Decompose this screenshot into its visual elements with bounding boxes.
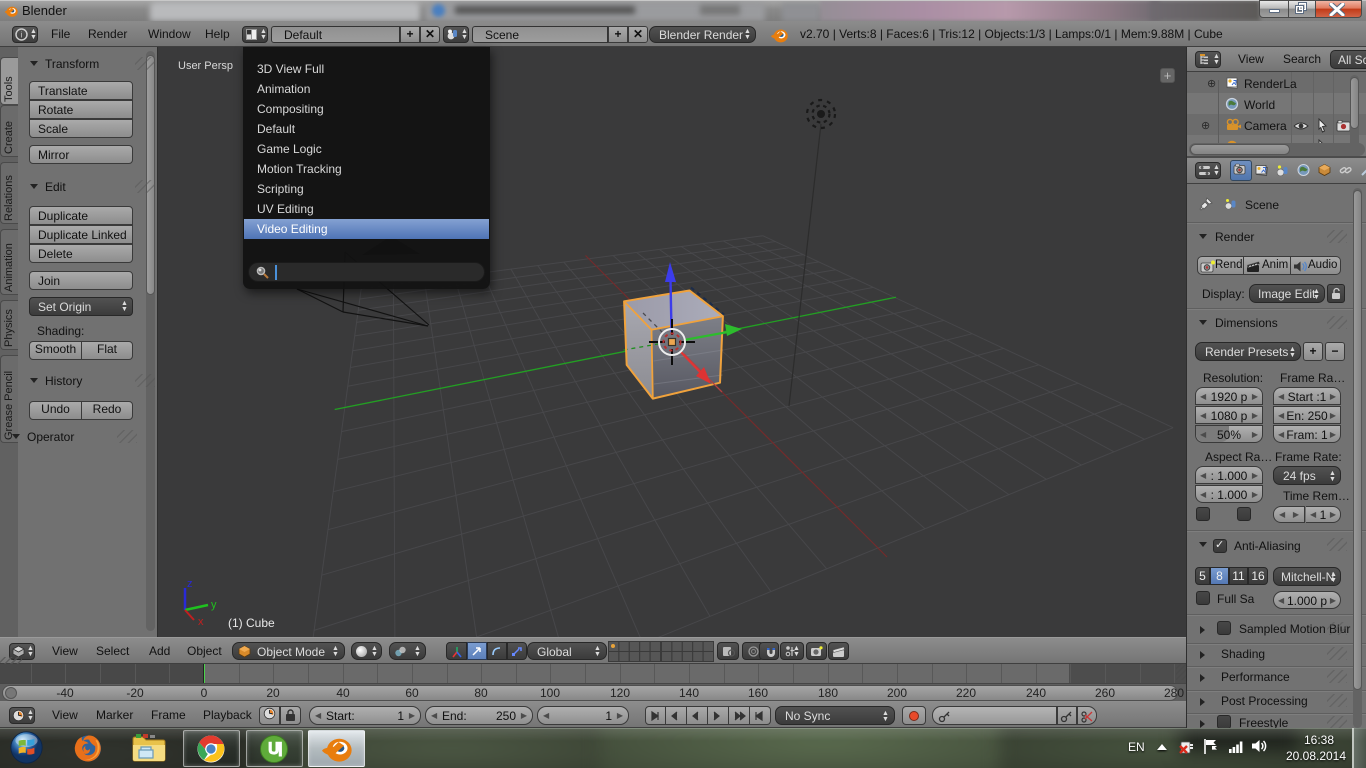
svg-text:x: x [198,616,204,625]
svg-text:y: y [211,599,217,611]
svg-text:z: z [187,578,193,590]
svg-text:i: i [21,31,23,40]
